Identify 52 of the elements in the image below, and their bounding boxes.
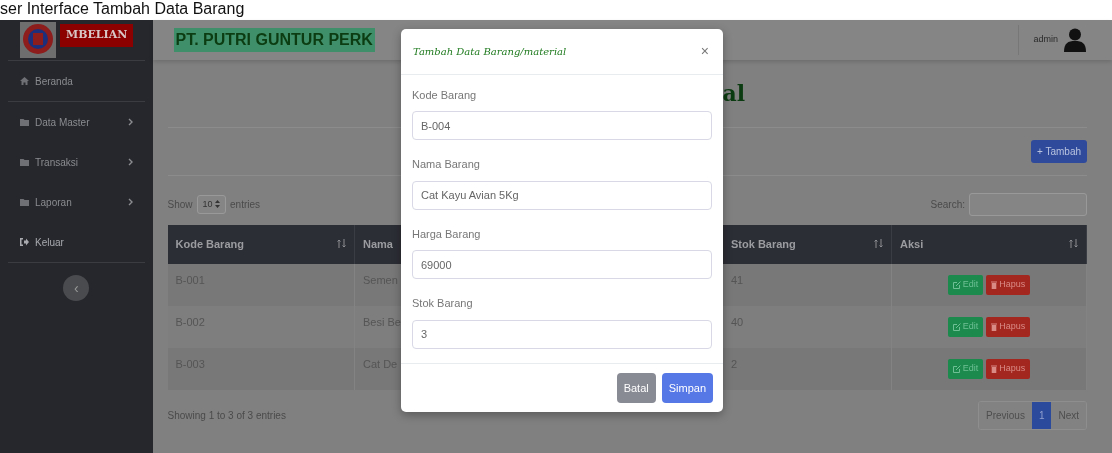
delete-button[interactable]: Hapus bbox=[986, 317, 1031, 337]
column-header[interactable]: Aksi bbox=[891, 225, 1087, 264]
trash-icon bbox=[991, 280, 998, 289]
close-button[interactable]: × bbox=[696, 40, 713, 62]
sidebar-item[interactable]: Beranda bbox=[8, 61, 145, 101]
add-button[interactable]: + Tambah bbox=[1031, 140, 1087, 163]
trash-icon bbox=[991, 364, 998, 373]
delete-button[interactable]: Hapus bbox=[986, 275, 1031, 295]
page-title: al bbox=[722, 79, 746, 108]
modal-title: Tambah Data Barang/material bbox=[413, 44, 567, 59]
edit-icon bbox=[952, 322, 961, 331]
brand-title: MBELIAN bbox=[60, 24, 134, 47]
field-label: Nama Barang bbox=[412, 157, 481, 173]
folder-icon bbox=[20, 118, 29, 126]
sidebar-item[interactable]: Keluar bbox=[8, 222, 145, 262]
user-icon[interactable] bbox=[1064, 28, 1086, 52]
input-field[interactable]: 69000 bbox=[412, 250, 712, 280]
chevron-icon bbox=[127, 118, 133, 126]
input-field[interactable]: B-004 bbox=[412, 111, 712, 141]
sidebar-item[interactable]: Laporan bbox=[8, 182, 145, 222]
chevron-icon bbox=[127, 198, 133, 206]
search-field[interactable] bbox=[969, 193, 1087, 216]
save-button[interactable]: Simpan bbox=[661, 372, 713, 404]
company-name: PT. PUTRI GUNTUR PERK bbox=[173, 28, 375, 52]
home-icon bbox=[20, 77, 29, 85]
sort-icon[interactable] bbox=[1069, 239, 1078, 249]
column-header[interactable]: Stok Barang bbox=[722, 225, 892, 264]
cancel-button[interactable]: Batal bbox=[616, 372, 656, 404]
edit-icon bbox=[952, 364, 961, 373]
logo-icon bbox=[20, 22, 56, 58]
sidebar-toggle-button[interactable]: ‹ bbox=[63, 275, 90, 301]
field-label: Harga Barang bbox=[412, 226, 482, 242]
page-button[interactable]: 1 bbox=[1031, 401, 1052, 429]
entries-select[interactable]: 10 bbox=[196, 194, 227, 215]
logout-icon bbox=[20, 238, 29, 246]
column-header[interactable]: Kode Barang bbox=[167, 225, 355, 264]
sidebar-item[interactable]: Transaksi bbox=[8, 142, 145, 182]
delete-button[interactable]: Hapus bbox=[986, 359, 1031, 379]
dropdown-arrows-icon bbox=[215, 200, 221, 209]
field-label: Kode Barang bbox=[412, 87, 478, 103]
caption-text: ser Interface Tambah Data Barang bbox=[0, 0, 246, 19]
user-name: admin bbox=[1033, 33, 1058, 47]
input-field[interactable]: 3 bbox=[412, 319, 712, 349]
sidebar-item[interactable]: Data Master bbox=[8, 102, 145, 142]
sort-icon[interactable] bbox=[337, 239, 346, 249]
trash-icon bbox=[991, 322, 998, 331]
edit-icon bbox=[952, 280, 961, 289]
sort-icon[interactable] bbox=[874, 239, 883, 249]
folder-icon bbox=[20, 158, 29, 166]
folder-icon bbox=[20, 198, 29, 206]
input-field[interactable]: Cat Kayu Avian 5Kg bbox=[412, 180, 712, 210]
chevron-icon bbox=[127, 158, 133, 166]
